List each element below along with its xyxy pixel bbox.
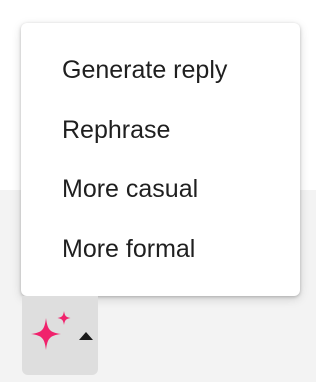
menu-item-more-casual[interactable]: More casual	[21, 160, 300, 220]
caret-up-icon	[79, 332, 93, 340]
sparkle-icon	[31, 311, 71, 350]
menu-item-more-formal[interactable]: More formal	[21, 220, 300, 280]
ai-assist-button[interactable]	[22, 296, 98, 375]
ai-actions-menu: Generate reply Rephrase More casual More…	[21, 23, 300, 296]
menu-item-rephrase[interactable]: Rephrase	[21, 101, 300, 161]
menu-item-generate-reply[interactable]: Generate reply	[21, 41, 300, 101]
